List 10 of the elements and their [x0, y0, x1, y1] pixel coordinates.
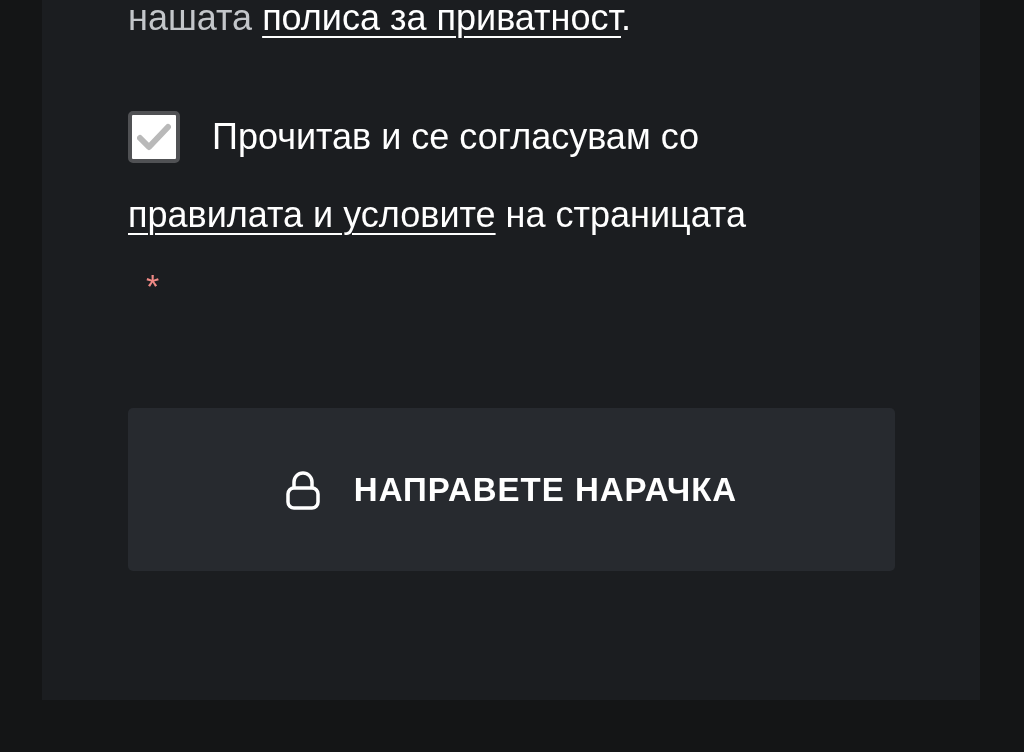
lock-icon — [285, 469, 320, 510]
checkmark-icon — [137, 123, 171, 151]
place-order-button[interactable]: НАПРАВЕТЕ НАРАЧКА — [128, 408, 895, 571]
terms-label: Прочитав и се согласувам со — [212, 115, 700, 159]
required-mark: * — [146, 266, 160, 307]
terms-label: правилата и условите на страницата — [128, 193, 747, 237]
privacy-policy-link[interactable]: полиса за приватност — [262, 0, 621, 38]
privacy-note: нашата полиса за приватност. — [128, 0, 632, 36]
terms-checkbox[interactable] — [128, 111, 180, 163]
terms-link[interactable]: правилата и условите — [128, 194, 496, 235]
